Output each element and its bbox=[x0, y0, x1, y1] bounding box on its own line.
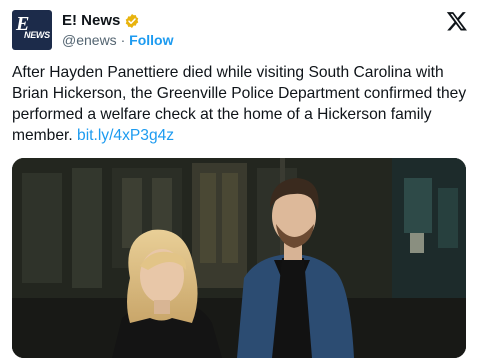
avatar[interactable]: E NEWS bbox=[12, 10, 52, 50]
display-name[interactable]: E! News bbox=[62, 12, 120, 29]
tweet-header: E NEWS E! News @enews · Follow bbox=[12, 10, 468, 54]
name-row: E! News bbox=[62, 12, 140, 29]
photo-illustration bbox=[12, 158, 466, 358]
handle-row: @enews · Follow bbox=[62, 32, 173, 48]
tweet-text-block: After Hayden Panettiere died while visit… bbox=[12, 62, 472, 146]
tweet-photo[interactable] bbox=[12, 158, 466, 358]
handle[interactable]: @enews bbox=[62, 32, 117, 48]
x-logo-icon[interactable] bbox=[446, 10, 468, 32]
verified-badge-icon bbox=[126, 13, 139, 28]
follow-button[interactable]: Follow bbox=[129, 32, 173, 48]
avatar-logo-news: NEWS bbox=[24, 30, 50, 40]
tweet-link[interactable]: bit.ly/4xP3g4z bbox=[77, 127, 174, 144]
separator: · bbox=[120, 32, 126, 48]
